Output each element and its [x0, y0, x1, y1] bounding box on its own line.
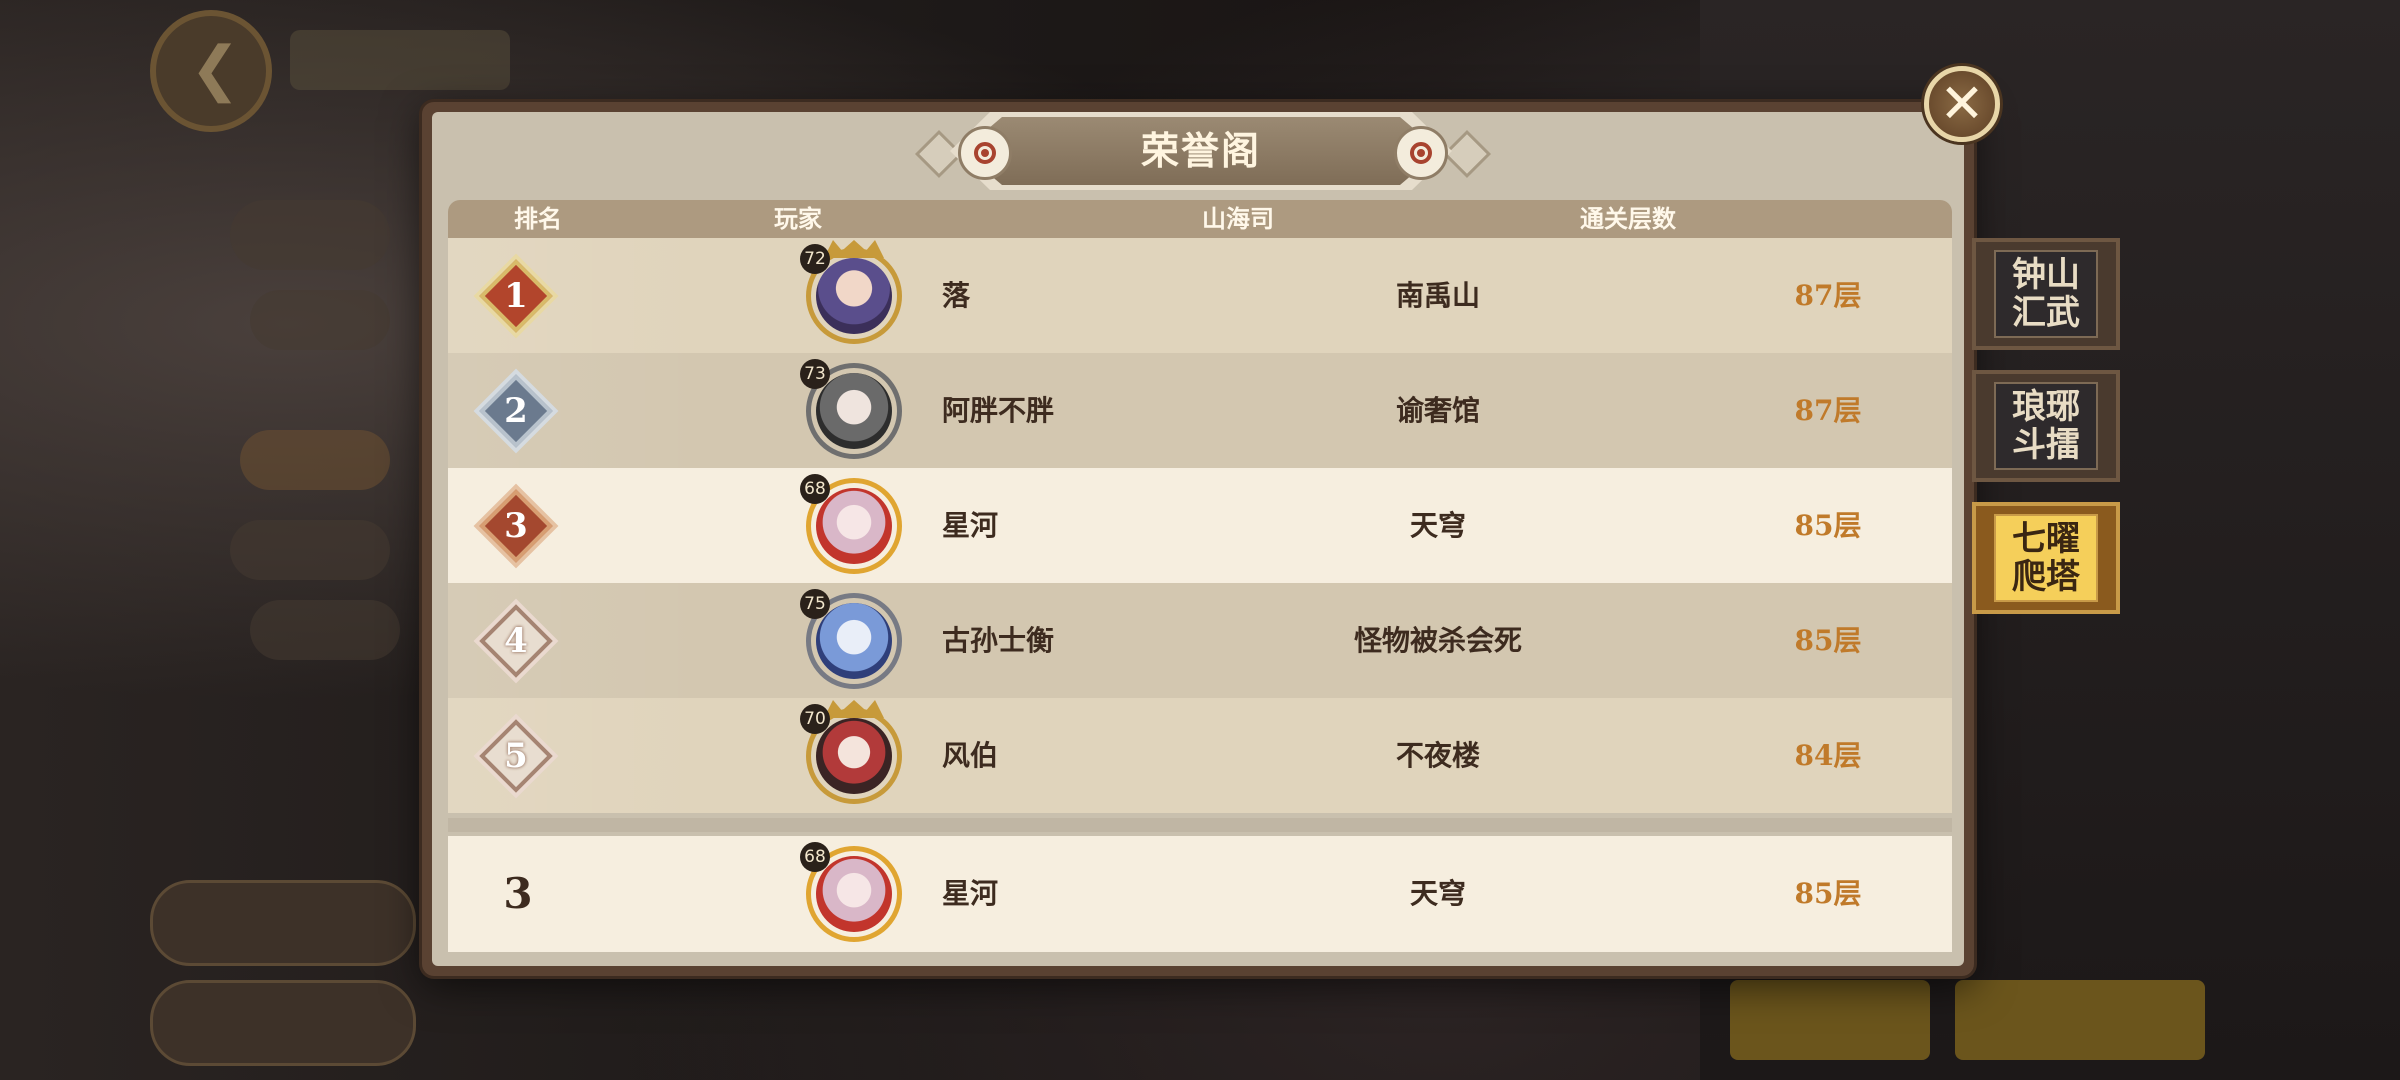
background-pill-button — [150, 880, 416, 966]
avatar[interactable]: 68 — [800, 842, 902, 942]
rank-badge-icon: 5 — [479, 719, 553, 793]
avatar[interactable]: 72 — [800, 240, 902, 344]
background-yellow-button — [1730, 980, 1930, 1060]
rank-badge-icon: 4 — [479, 604, 553, 678]
tab-zhongshan-huiwu[interactable]: 钟山 汇武 — [1972, 238, 2120, 350]
floors-cleared: 87层 — [1794, 279, 1862, 312]
tab-label: 琅琊 斗擂 — [1994, 382, 2098, 470]
background-menu-item — [240, 430, 390, 490]
floors-cleared: 84层 — [1794, 739, 1862, 772]
player-name: 落 — [942, 279, 971, 312]
close-icon: ✕ — [1939, 72, 1985, 135]
tab-qiyao-tower[interactable]: 七曜 爬塔 — [1972, 502, 2120, 614]
player-name: 古孙士衡 — [942, 624, 1055, 657]
header-player: 玩家 — [774, 204, 822, 233]
table-header: 排名 玩家 山海司 通关层数 — [448, 200, 1952, 238]
floors-cleared: 85层 — [1794, 624, 1862, 657]
tab-langya-douleи[interactable]: 琅琊 斗擂 — [1972, 370, 2120, 482]
table-row[interactable]: 5 70 风伯 不夜楼 84层 — [448, 698, 1952, 813]
player-level: 72 — [800, 244, 830, 274]
avatar[interactable]: 70 — [800, 700, 902, 804]
background-title — [290, 30, 510, 90]
avatar[interactable]: 75 — [800, 589, 902, 689]
background-menu-item — [250, 600, 400, 660]
back-button — [150, 10, 272, 132]
player-name: 风伯 — [942, 739, 999, 772]
floors-cleared: 85层 — [1794, 877, 1862, 910]
table-row[interactable]: 1 72 落 南禹山 87层 — [448, 238, 1952, 353]
tab-label: 七曜 爬塔 — [1994, 514, 2098, 602]
rank-silver-badge-icon: 2 — [479, 374, 553, 448]
table-row[interactable]: 2 73 阿胖不胖 谕奢馆 87层 — [448, 353, 1952, 468]
background-pill-button — [150, 980, 416, 1066]
background-menu-item — [230, 200, 390, 270]
rank-gold-badge-icon: 1 — [479, 259, 553, 333]
rank-bronze-badge-icon: 3 — [479, 489, 553, 563]
player-name: 星河 — [942, 877, 999, 910]
header-floors: 通关层数 — [1580, 204, 1676, 233]
background-menu-item — [230, 520, 390, 580]
player-level: 70 — [800, 704, 830, 734]
avatar[interactable]: 68 — [800, 474, 902, 574]
background-menu-item — [250, 290, 390, 350]
dialog-title: 荣誉阁 — [1140, 128, 1261, 173]
close-button[interactable]: ✕ — [1924, 66, 2000, 142]
tab-label: 钟山 汇武 — [1994, 250, 2098, 338]
header-rank: 排名 — [514, 204, 562, 233]
table-row-self[interactable]: 3 68 星河 天穹 85层 — [448, 468, 1952, 583]
avatar[interactable]: 73 — [800, 359, 902, 459]
list-divider — [448, 818, 1952, 832]
background-yellow-button — [1955, 980, 2205, 1060]
my-rank-row: 3 68 星河 天穹 85层 — [448, 836, 1952, 952]
floors-cleared: 85层 — [1794, 509, 1862, 542]
player-name: 阿胖不胖 — [942, 394, 1055, 427]
ranking-list[interactable]: 1 72 落 南禹山 87层 2 73 阿胖不胖 谕奢馆 87层 3 68 星河… — [448, 238, 1952, 816]
table-row[interactable]: 4 75 古孙士衡 怪物被杀会死 85层 — [448, 583, 1952, 698]
header-guild: 山海司 — [1202, 204, 1274, 233]
player-level: 75 — [800, 589, 830, 619]
my-rank: 3 — [503, 869, 533, 918]
player-level: 73 — [800, 359, 830, 389]
floors-cleared: 87层 — [1794, 394, 1862, 427]
player-level: 68 — [800, 474, 830, 504]
player-level: 68 — [800, 842, 830, 872]
player-name: 星河 — [942, 509, 999, 542]
